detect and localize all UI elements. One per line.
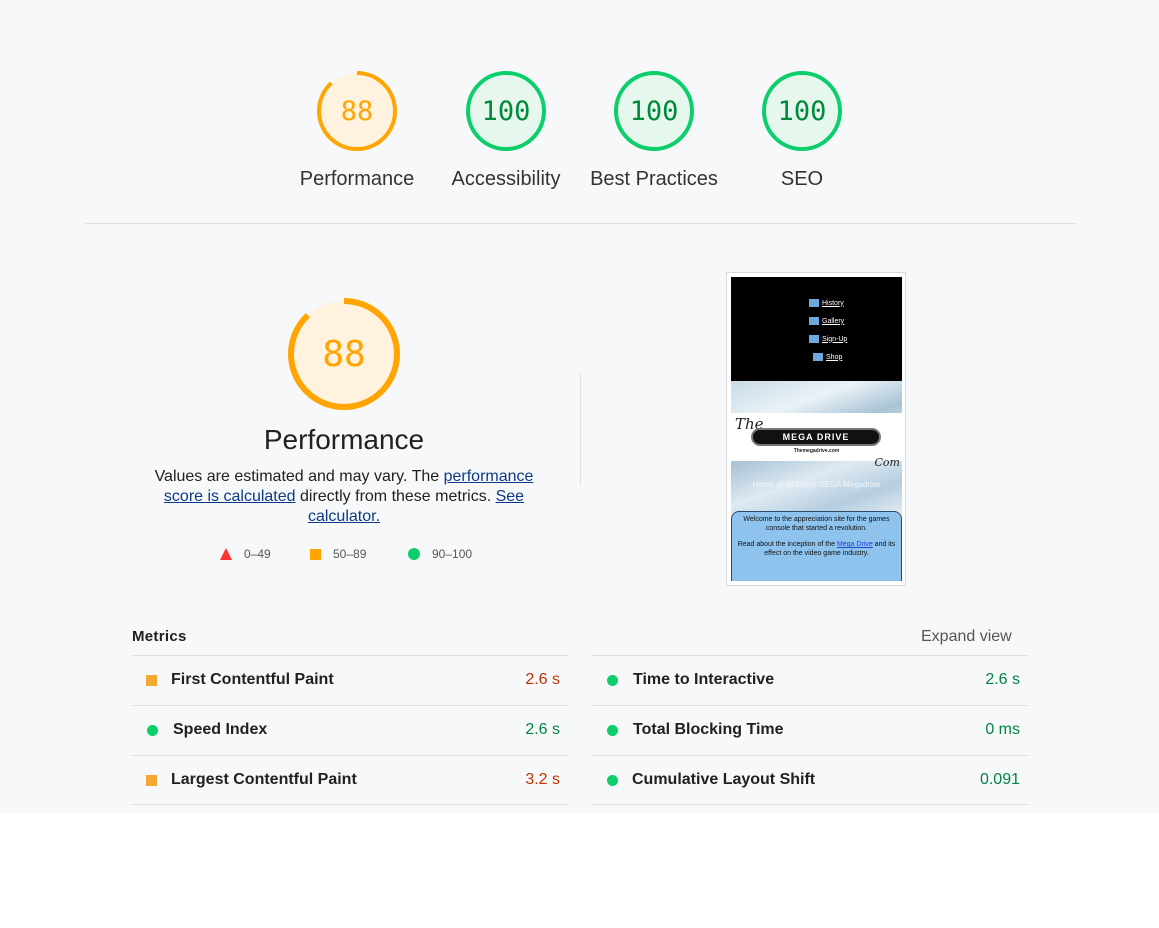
metric-name: Total Blocking Time bbox=[633, 721, 784, 738]
thumb-mega-drive-link: Mega Drive bbox=[836, 541, 873, 548]
legend-fail: 0–49 bbox=[220, 547, 271, 561]
desc-text: directly from these metrics. bbox=[295, 488, 496, 505]
gauge-ring: 100 bbox=[466, 71, 546, 151]
metric-name: First Contentful Paint bbox=[171, 671, 334, 688]
gauge-best-practices[interactable]: 100 Best Practices bbox=[580, 70, 728, 191]
thumb-logo: The MEGA DRIVE Themegadrive.com Com bbox=[731, 413, 902, 469]
history-icon bbox=[809, 299, 819, 307]
metrics-heading: Metrics bbox=[132, 628, 187, 645]
lighthouse-report: 88 Performance 100 Accessibility 100 Bes… bbox=[0, 0, 1159, 813]
logo-com: Com bbox=[874, 456, 900, 469]
metric-row: Speed Index 2.6 s bbox=[132, 705, 568, 755]
thumb-nav-label: History bbox=[822, 299, 844, 307]
gauge-score: 88 bbox=[341, 96, 374, 127]
edit-icon bbox=[809, 335, 819, 343]
thumb-welcome-text: Welcome to the appreciation site for the… bbox=[743, 516, 890, 532]
metric-row: Total Blocking Time 0 ms bbox=[592, 705, 1028, 755]
desc-text: Values are estimated and may vary. The bbox=[154, 468, 444, 485]
thumb-tagline: Home of all things SEGA Megadrive bbox=[752, 480, 881, 489]
gauge-score: 100 bbox=[630, 96, 679, 127]
metric-value: 2.6 s bbox=[985, 671, 1020, 688]
thumb-nav-label: Shop bbox=[826, 353, 843, 361]
triangle-icon bbox=[220, 548, 232, 560]
legend-pass: 90–100 bbox=[408, 547, 472, 561]
cart-icon bbox=[813, 353, 823, 361]
gauge-ring: 88 bbox=[317, 71, 397, 151]
thumb-welcome-box: Welcome to the appreciation site for the… bbox=[731, 511, 902, 581]
square-icon bbox=[146, 775, 157, 786]
square-icon bbox=[310, 548, 321, 560]
metric-value: 3.2 s bbox=[525, 771, 560, 788]
legend-average: 50–89 bbox=[310, 547, 366, 561]
metric-value: 0.091 bbox=[979, 771, 1020, 788]
gauge-performance[interactable]: 88 Performance bbox=[283, 70, 431, 191]
gallery-icon bbox=[809, 317, 819, 325]
circle-icon bbox=[408, 548, 420, 560]
gauge-label: SEO bbox=[780, 168, 824, 190]
circle-icon bbox=[147, 725, 158, 736]
legend-range: 0–49 bbox=[244, 547, 271, 561]
metric-row: Time to Interactive 2.6 s bbox=[592, 655, 1028, 705]
gauge-ring: 100 bbox=[614, 71, 694, 151]
thumb-nav: History Gallery Sign-Up Shop bbox=[731, 277, 902, 381]
metric-row: Cumulative Layout Shift 0.091 bbox=[592, 755, 1028, 805]
metric-name: Largest Contentful Paint bbox=[171, 771, 357, 788]
thumb-nav-shop: Shop bbox=[813, 353, 842, 361]
metric-name: Time to Interactive bbox=[633, 671, 775, 688]
gauge-label: Best Practices bbox=[590, 168, 718, 190]
thumb-nav-gallery: Gallery bbox=[809, 317, 844, 325]
metric-row: First Contentful Paint 2.6 s bbox=[132, 655, 568, 705]
metric-value: 2.6 s bbox=[525, 671, 560, 688]
logo-site: Themegadrive.com bbox=[793, 448, 840, 454]
read-text: Read about the inception of the bbox=[737, 541, 837, 548]
metric-value: 2.6 s bbox=[525, 721, 560, 738]
circle-icon bbox=[607, 675, 618, 686]
thumb-read-text: Read about the inception of the Mega Dri… bbox=[734, 540, 899, 558]
expand-view-button[interactable]: Expand view bbox=[921, 628, 1012, 646]
metric-name: Cumulative Layout Shift bbox=[632, 771, 816, 788]
metrics-column-left: First Contentful Paint 2.6 s Speed Index… bbox=[132, 655, 568, 805]
header-divider bbox=[85, 223, 1076, 224]
performance-title: Performance bbox=[263, 424, 425, 455]
metric-row: Largest Contentful Paint 3.2 s bbox=[132, 755, 568, 805]
screenshot-content: History Gallery Sign-Up Shop The MEGA DR… bbox=[731, 277, 902, 581]
metrics-column-right: Time to Interactive 2.6 s Total Blocking… bbox=[592, 655, 1028, 805]
thumb-nav-label: Sign-Up bbox=[822, 335, 848, 343]
gauge-ring: 100 bbox=[762, 71, 842, 151]
gauge-score: 100 bbox=[482, 96, 531, 127]
metric-name: Speed Index bbox=[173, 721, 268, 738]
logo-main: MEGA DRIVE bbox=[751, 428, 881, 446]
section-divider bbox=[580, 373, 581, 485]
performance-gauge-large: 88 bbox=[288, 298, 400, 410]
circle-icon bbox=[607, 775, 618, 786]
thumb-nav-history: History bbox=[809, 299, 844, 307]
legend-range: 50–89 bbox=[333, 547, 367, 561]
square-icon bbox=[146, 675, 157, 686]
thumb-nav-signup: Sign-Up bbox=[809, 335, 847, 343]
performance-score-large: 88 bbox=[322, 334, 365, 375]
gauge-accessibility[interactable]: 100 Accessibility bbox=[432, 70, 580, 191]
gauge-seo[interactable]: 100 SEO bbox=[728, 70, 876, 191]
thumb-nav-label: Gallery bbox=[822, 317, 845, 325]
circle-icon bbox=[607, 725, 618, 736]
legend-range: 90–100 bbox=[432, 547, 473, 561]
metric-value: 0 ms bbox=[985, 721, 1020, 738]
gauge-score: 100 bbox=[778, 96, 827, 127]
gauge-label: Performance bbox=[299, 168, 415, 190]
performance-description: Values are estimated and may vary. The p… bbox=[144, 467, 544, 527]
final-screenshot[interactable]: History Gallery Sign-Up Shop The MEGA DR… bbox=[726, 272, 906, 586]
gauge-label: Accessibility bbox=[451, 168, 561, 190]
